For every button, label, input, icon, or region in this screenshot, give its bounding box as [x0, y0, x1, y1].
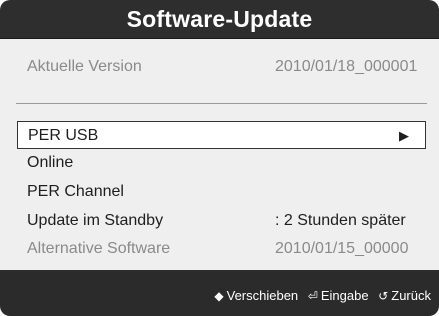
menu-item-label: Online	[27, 154, 74, 171]
footer-bar: ◆ Verschieben ⏎ Eingabe ↺ Zurück	[0, 270, 439, 316]
menu-item-label: PER Channel	[27, 183, 124, 200]
dialog-content: Aktuelle Version 2010/01/18_000001 PER U…	[0, 39, 439, 270]
menu-item-alternative-software: Alternative Software 2010/01/15_00000	[17, 235, 426, 263]
menu-item-per-usb[interactable]: PER USB ▶	[17, 121, 426, 149]
hint-move: ◆ Verschieben	[214, 288, 298, 303]
button-hints: ◆ Verschieben ⏎ Eingabe ↺ Zurück	[208, 288, 431, 303]
up-down-arrow-icon: ◆	[214, 289, 224, 303]
return-icon: ↺	[378, 289, 389, 303]
menu-item-value: : 2 Stunden später	[275, 212, 406, 229]
hint-enter: ⏎ Eingabe	[308, 288, 369, 303]
menu-item-value: 2010/01/15_00000	[275, 240, 409, 257]
play-right-icon: ▶	[399, 128, 409, 143]
menu-item-label: Update im Standby	[27, 212, 164, 229]
menu-item-update-standby[interactable]: Update im Standby : 2 Stunden später	[17, 207, 426, 235]
menu-item-label: PER USB	[28, 127, 99, 144]
current-version-row: Aktuelle Version 2010/01/18_000001	[17, 53, 426, 81]
hint-return: ↺ Zurück	[378, 288, 431, 303]
menu-item-online[interactable]: Online	[17, 149, 426, 177]
dialog-title: Software-Update	[126, 6, 313, 32]
menu-item-label: Alternative Software	[27, 240, 171, 257]
hint-move-label: Verschieben	[226, 288, 299, 303]
current-version-label: Aktuelle Version	[27, 58, 142, 75]
title-bar: Software-Update	[0, 0, 439, 39]
hint-return-label: Zurück	[391, 288, 431, 303]
menu-item-per-channel[interactable]: PER Channel	[17, 178, 426, 206]
divider	[16, 103, 427, 104]
software-update-dialog: Software-Update Aktuelle Version 2010/01…	[0, 0, 439, 316]
hint-enter-label: Eingabe	[320, 288, 369, 303]
enter-icon: ⏎	[307, 289, 318, 303]
current-version-value: 2010/01/18_000001	[275, 58, 418, 75]
